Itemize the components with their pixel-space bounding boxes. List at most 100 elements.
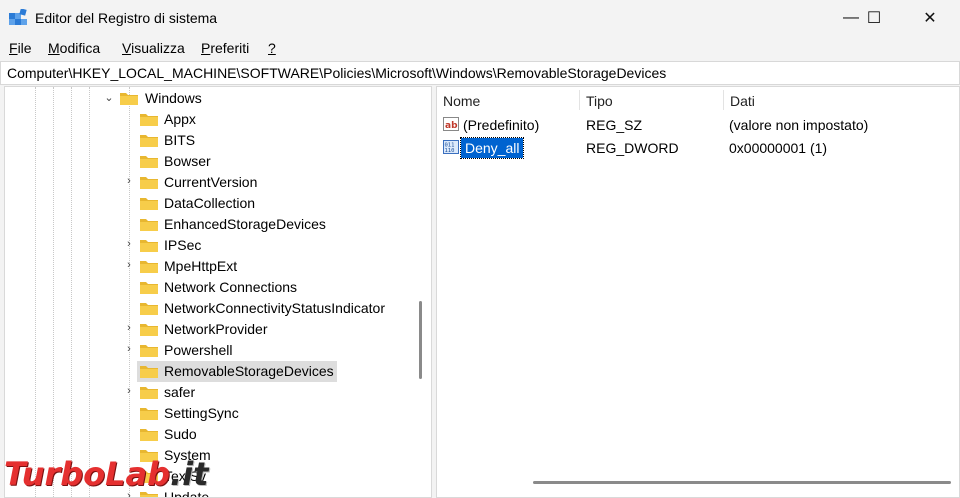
column-data-label: Dati (730, 93, 755, 109)
folder-icon (120, 93, 138, 105)
tree-item[interactable]: Appx (5, 109, 431, 130)
chevron-right-icon[interactable]: › (123, 385, 135, 397)
title-bar: Editor del Registro di sistema — ☐ ✕ (0, 0, 960, 38)
tree-item[interactable]: Network Connections (5, 277, 431, 298)
maximize-button[interactable]: ☐ (851, 0, 897, 36)
menu-help-accel: ? (268, 40, 276, 56)
tree-item-label: Appx (164, 111, 196, 127)
menu-modifica-accel: M (48, 40, 60, 56)
folder-icon (140, 282, 158, 294)
folder-icon (140, 114, 158, 126)
tree-item-label: Windows (145, 90, 202, 106)
close-button[interactable]: ✕ (907, 0, 953, 36)
menu-help[interactable]: ? (268, 40, 276, 56)
tree-item-label: NetworkConnectivityStatusIndicator (164, 300, 385, 316)
value-row-deny-all[interactable]: 011 110 Deny_all REG_DWORD 0x00000001 (1… (437, 137, 957, 159)
value-name-selected: Deny_all (459, 137, 525, 159)
chevron-right-icon[interactable]: › (123, 238, 135, 250)
tree-item-label: IPSec (164, 237, 202, 253)
svg-text:ab: ab (445, 121, 458, 131)
values-pane[interactable]: Nome Tipo Dati ab (Predefinito) REG_SZ (… (436, 86, 960, 498)
column-header-type[interactable]: Tipo (580, 87, 723, 113)
values-horizontal-scrollbar-thumb[interactable] (533, 481, 951, 484)
menu-file-rest: ile (17, 40, 32, 56)
tree-item-label: DataCollection (164, 195, 256, 211)
folder-icon (140, 219, 158, 231)
tree-item[interactable]: EnhancedStorageDevices (5, 214, 431, 235)
menu-visualizza-accel: V (122, 40, 132, 56)
value-type: REG_SZ (586, 117, 643, 133)
menu-visualizza-rest: isualizza (131, 40, 185, 56)
folder-icon (140, 156, 158, 168)
tree-item[interactable]: SettingSync (5, 403, 431, 424)
address-bar[interactable]: Computer\HKEY_LOCAL_MACHINE\SOFTWARE\Pol… (0, 61, 960, 85)
tree-item[interactable]: Sudo (5, 424, 431, 445)
chevron-right-icon[interactable]: › (123, 322, 135, 334)
folder-icon (140, 135, 158, 147)
menu-visualizza[interactable]: Visualizza (122, 40, 185, 56)
value-data: 0x00000001 (1) (729, 140, 828, 156)
folder-icon (140, 240, 158, 252)
watermark-tld: .it (170, 455, 209, 493)
turbolab-watermark-logo: TurboLab.it (4, 455, 208, 493)
menu-preferiti[interactable]: Preferiti (201, 40, 249, 56)
watermark-brand: TurboLab (4, 455, 171, 493)
tree-item[interactable]: › Powershell (5, 340, 431, 361)
tree-item[interactable]: › MpeHttpExt (5, 256, 431, 277)
menu-modifica[interactable]: Modifica (48, 40, 100, 56)
chevron-down-icon[interactable]: ⌄ (103, 91, 115, 104)
tree-item[interactable]: Bowser (5, 151, 431, 172)
menu-bar: File Modifica Visualizza Preferiti ? (0, 38, 960, 60)
value-row-predefinito[interactable]: ab (Predefinito) REG_SZ (valore non impo… (437, 114, 957, 136)
string-value-icon: ab (443, 117, 459, 131)
tree-item-label: CurrentVersion (164, 174, 258, 190)
column-header-name[interactable]: Nome (437, 87, 579, 113)
tree-item-windows[interactable]: ⌄ Windows (5, 88, 431, 109)
tree-item[interactable]: RemovableStorageDevices (5, 361, 431, 382)
column-type-label: Tipo (586, 93, 613, 109)
menu-file-accel: F (9, 40, 18, 56)
tree-item[interactable]: DataCollection (5, 193, 431, 214)
tree-item-label: Bowser (164, 153, 211, 169)
folder-icon (140, 387, 158, 399)
chevron-right-icon[interactable]: › (123, 175, 135, 187)
folder-icon (140, 429, 158, 441)
tree-item[interactable]: BITS (5, 130, 431, 151)
tree-item[interactable]: › safer (5, 382, 431, 403)
tree-item[interactable]: › NetworkProvider (5, 319, 431, 340)
tree-item-label: SettingSync (164, 405, 239, 421)
tree-item-label: Sudo (164, 426, 197, 442)
tree-scrollbar-thumb[interactable] (419, 301, 422, 379)
window-title: Editor del Registro di sistema (35, 10, 218, 26)
tree-item-label: BITS (164, 132, 196, 148)
folder-icon (140, 324, 158, 336)
dword-value-icon: 011 110 (443, 140, 459, 154)
tree-item-label: EnhancedStorageDevices (164, 216, 326, 232)
address-path: Computer\HKEY_LOCAL_MACHINE\SOFTWARE\Pol… (7, 65, 667, 81)
tree-item-label: RemovableStorageDevices (164, 363, 334, 379)
folder-icon (140, 345, 158, 357)
registry-editor-icon (9, 9, 27, 25)
folder-icon (140, 177, 158, 189)
tree-pane[interactable]: ⌄ Windows Appx BITS Bowser › CurrentVersion Dat… (4, 86, 432, 498)
tree-item-label: MpeHttpExt (164, 258, 238, 274)
tree-item-label: NetworkProvider (164, 321, 268, 337)
menu-file[interactable]: File (9, 40, 32, 56)
folder-icon (140, 303, 158, 315)
chevron-right-icon[interactable]: › (123, 259, 135, 271)
maximize-icon: ☐ (866, 10, 882, 27)
tree-item[interactable]: › IPSec (5, 235, 431, 256)
tree-item[interactable]: NetworkConnectivityStatusIndicator (5, 298, 431, 319)
folder-icon (140, 408, 158, 420)
tree-item-label: safer (164, 384, 196, 400)
column-header-data[interactable]: Dati (724, 87, 957, 113)
value-type: REG_DWORD (586, 140, 679, 156)
value-data: (valore non impostato) (729, 117, 869, 133)
chevron-right-icon[interactable]: › (123, 343, 135, 355)
folder-icon (140, 198, 158, 210)
folder-icon (140, 261, 158, 273)
folder-icon (140, 366, 158, 378)
value-name: (Predefinito) (463, 117, 540, 133)
tree-item-label: Powershell (164, 342, 233, 358)
tree-item[interactable]: › CurrentVersion (5, 172, 431, 193)
